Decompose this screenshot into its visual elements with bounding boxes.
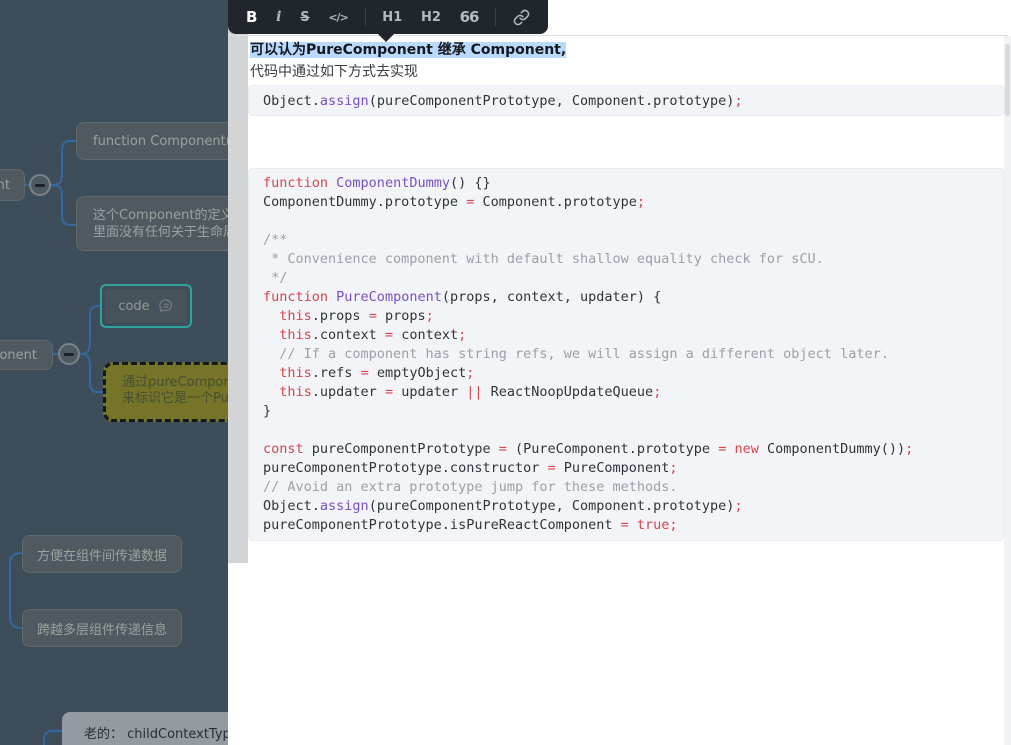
node-old-childcontexttype[interactable]: 老的： childContextType (62, 712, 228, 745)
node-function-component[interactable]: function Component(p (76, 122, 228, 160)
node-pure-note-highlighted[interactable]: 通过pureCompone 来标识它是一个Pu (103, 362, 228, 422)
toolbar-divider (495, 8, 497, 26)
app-window: nt function Component(p 这个Component的定义 里… (0, 0, 1011, 745)
panel-right-scrollbar[interactable] (1004, 36, 1011, 745)
selected-text[interactable]: 可以认为PureComponent 继承 Component, (250, 42, 567, 58)
node-benefit-pass-data[interactable]: 方便在组件间传递数据 (22, 535, 182, 573)
note-editor-panel: 可以认为PureComponent 继承 Component, 代码中通过如下方… (228, 0, 1011, 745)
node-label: ponent (0, 347, 37, 363)
italic-button[interactable]: i (274, 9, 283, 25)
node-benefit-cross-layers[interactable]: 跨越多层组件传递信息 (22, 609, 182, 647)
quote-button[interactable]: 66 (458, 8, 481, 26)
node-component[interactable]: nt (0, 169, 25, 201)
note-paragraph-selected[interactable]: 可以认为PureComponent 继承 Component, (248, 39, 1004, 61)
collapse-button[interactable] (29, 174, 51, 196)
bold-button[interactable]: B (244, 8, 259, 26)
heading1-button[interactable]: H1 (380, 10, 404, 25)
formatting-toolbar: B i S </> H1 H2 66 (228, 0, 548, 34)
node-label: code (118, 298, 150, 314)
heading2-button[interactable]: H2 (419, 10, 443, 25)
panel-left-scrollbar[interactable] (228, 0, 248, 745)
toolbar-pointer-arrow (378, 34, 394, 42)
panel-right-scrollbar-thumb[interactable] (1005, 44, 1010, 116)
node-label-line1: 通过pureCompone (122, 375, 228, 390)
node-component-definition[interactable]: 这个Component的定义 里面没有任何关于生命周 (76, 196, 228, 251)
node-label: 跨越多层组件传递信息 (36, 622, 167, 638)
mindmap-canvas[interactable]: nt function Component(p 这个Component的定义 里… (0, 0, 228, 745)
code-block-purecomponent[interactable]: function ComponentDummy() {} ComponentDum… (248, 168, 1004, 541)
node-code-selected[interactable]: code (100, 284, 192, 328)
comment-icon (158, 299, 172, 312)
panel-left-scrollbar-thumb[interactable] (228, 0, 248, 563)
code-block-assign[interactable]: Object.assign(pureComponentPrototype, Co… (248, 85, 1004, 116)
inline-code-button[interactable]: </> (326, 11, 349, 24)
note-paragraph[interactable]: 代码中通过如下方式去实现 (248, 61, 1004, 83)
link-icon (513, 9, 530, 25)
node-label: function Component(p (93, 133, 228, 149)
collapse-button[interactable] (58, 343, 80, 365)
link-button[interactable] (511, 9, 532, 26)
node-label: 老的： childContextType (84, 726, 228, 742)
strikethrough-button[interactable]: S (298, 10, 311, 25)
node-label: 方便在组件间传递数据 (36, 548, 167, 564)
node-purecomponent[interactable]: ponent (0, 340, 53, 370)
node-label-line2: 来标识它是一个Pu (122, 391, 228, 406)
node-label-line1: 这个Component的定义 (93, 207, 228, 223)
node-label-line2: 里面没有任何关于生命周 (93, 224, 228, 240)
note-editor-content[interactable]: 可以认为PureComponent 继承 Component, 代码中通过如下方… (248, 36, 1004, 541)
toolbar-divider (364, 8, 366, 26)
node-label: nt (0, 177, 10, 193)
